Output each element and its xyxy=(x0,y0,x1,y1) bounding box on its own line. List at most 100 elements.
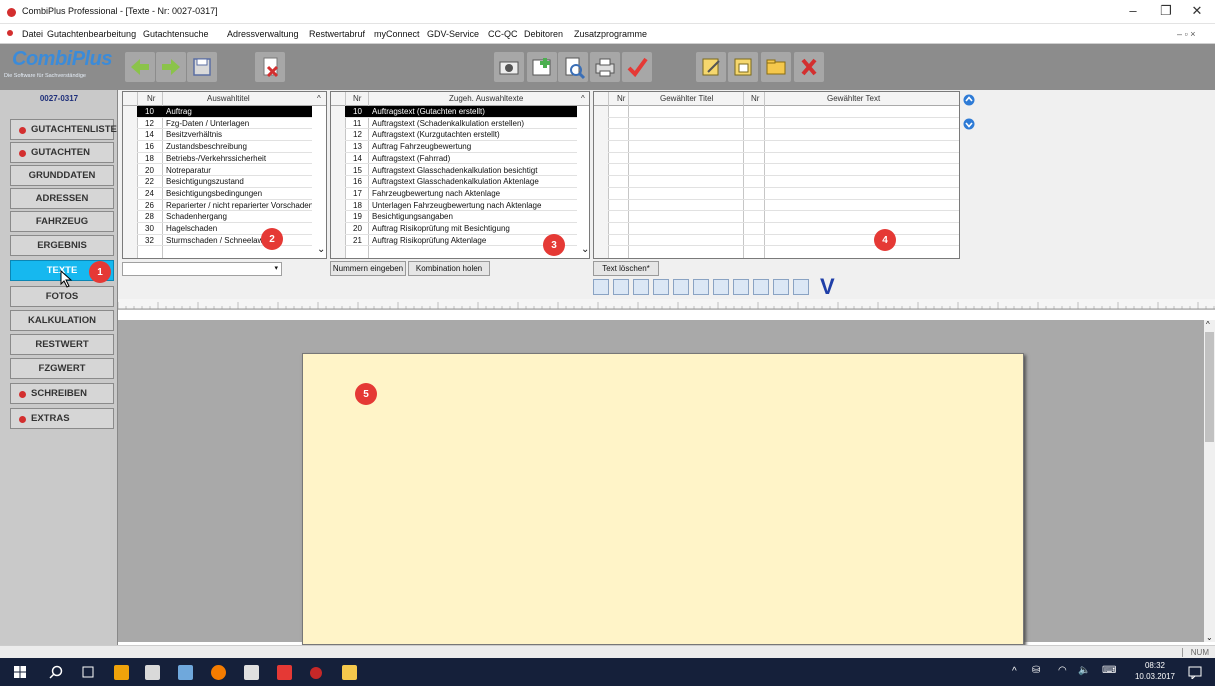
menu-myconnect[interactable]: myConnect xyxy=(374,29,420,39)
scroll-thumb[interactable] xyxy=(1205,332,1214,442)
table-row[interactable] xyxy=(608,129,959,142)
network-icon[interactable] xyxy=(178,665,193,680)
nav-restwert[interactable]: RESTWERT xyxy=(10,334,114,355)
camera-icon[interactable] xyxy=(494,52,524,82)
table-row[interactable] xyxy=(608,141,959,153)
table-row[interactable] xyxy=(608,200,959,212)
print-icon[interactable] xyxy=(590,52,620,82)
move-down-icon[interactable] xyxy=(963,118,975,130)
firefox-icon[interactable] xyxy=(211,665,226,680)
nummern-eingeben-button[interactable]: Nummern eingeben xyxy=(330,261,406,276)
menu-zusatzprogramme[interactable]: Zusatzprogramme xyxy=(574,29,647,39)
back-arrow-icon[interactable] xyxy=(125,52,155,82)
table-row[interactable]: 24 Besichtigungsbedingungen xyxy=(137,188,312,200)
nav-fahrzeug[interactable]: FAHRZEUG xyxy=(10,211,114,232)
nav-adressen[interactable]: ADRESSEN xyxy=(10,188,114,209)
document-scrollbar[interactable]: ^ ⌄ xyxy=(1204,320,1215,642)
volume-icon[interactable]: 🔈 xyxy=(1078,665,1090,676)
table-row[interactable] xyxy=(608,118,959,130)
copy-window-icon[interactable] xyxy=(728,52,758,82)
task-view-icon[interactable] xyxy=(81,666,95,678)
table-row[interactable]: 10 Auftragstext (Gutachten erstellt) xyxy=(345,106,577,118)
menu-datei[interactable]: Datei xyxy=(22,29,43,39)
table-row[interactable]: 30 Hagelschaden xyxy=(137,223,312,235)
minimize-icon[interactable]: – xyxy=(1118,3,1148,18)
table-row[interactable]: 11 Auftragstext (Schadenkalkulation erste… xyxy=(345,118,577,130)
preview-icon[interactable] xyxy=(558,52,588,82)
menu-restwertabruf[interactable]: Restwertabruf xyxy=(309,29,365,39)
italic-format-icon[interactable] xyxy=(613,279,629,295)
table-row[interactable] xyxy=(608,165,959,177)
tool-icon[interactable] xyxy=(633,279,649,295)
table-row[interactable] xyxy=(608,235,959,247)
combiplus-taskbar-icon[interactable] xyxy=(310,667,322,679)
move-up-icon[interactable] xyxy=(963,94,975,106)
delete-doc-icon[interactable] xyxy=(255,52,285,82)
edit-note-icon[interactable] xyxy=(696,52,726,82)
table-row[interactable]: 19 Besichtigungsangaben xyxy=(345,211,577,223)
scroll-up-icon[interactable]: ^ xyxy=(317,94,321,103)
table-row[interactable] xyxy=(608,188,959,200)
table-row[interactable] xyxy=(608,211,959,223)
selected-grid[interactable]: Nr Gewählter Titel Nr Gewählter Text xyxy=(593,91,960,259)
folder-icon[interactable] xyxy=(761,52,791,82)
notifications-icon[interactable] xyxy=(1188,665,1202,679)
table-row[interactable] xyxy=(608,106,959,118)
title-grid[interactable]: Nr Auswahltitel ^ 10 Auftrag 12 Fzg-Daten /… xyxy=(122,91,327,259)
tray-device-icon[interactable]: ⛁ xyxy=(1032,665,1040,676)
scroll-up-icon[interactable]: ^ xyxy=(1206,320,1210,329)
keyboard-icon[interactable]: ⌨ xyxy=(1102,665,1116,676)
table-row[interactable]: 13 Auftrag Fahrzeugbewertung xyxy=(345,141,577,153)
clock-date[interactable]: 10.03.2017 xyxy=(1130,672,1180,681)
menu-debitoren[interactable]: Debitoren xyxy=(524,29,563,39)
scroll-down-icon[interactable]: ⌄ xyxy=(581,244,589,255)
nav-gutachten[interactable]: GUTACHTEN xyxy=(10,142,114,163)
check-icon[interactable] xyxy=(622,52,652,82)
align-icon[interactable] xyxy=(733,279,749,295)
image-icon[interactable] xyxy=(713,279,729,295)
table-row[interactable]: 18 Unterlagen Fahrzeugbewertung nach Akte… xyxy=(345,200,577,212)
menu-cc-qc[interactable]: CC-QC xyxy=(488,29,518,39)
table-row[interactable]: 18 Betriebs-/Verkehrssicherheit xyxy=(137,153,312,165)
close-icon[interactable]: ✕ xyxy=(1182,3,1212,19)
file-explorer-doc-icon[interactable] xyxy=(145,665,160,680)
folder-taskbar-icon[interactable] xyxy=(342,665,357,680)
menu-gdv-service[interactable]: GDV-Service xyxy=(427,29,479,39)
table-row[interactable]: 17 Fahrzeugbewertung nach Aktenlage xyxy=(345,188,577,200)
save-icon[interactable] xyxy=(187,52,217,82)
table-row[interactable] xyxy=(608,176,959,188)
book-icon[interactable] xyxy=(653,279,669,295)
table-row[interactable] xyxy=(608,223,959,235)
table-row[interactable]: 14 Besitzverhältnis xyxy=(137,129,312,142)
nav-ergebnis[interactable]: ERGEBNIS xyxy=(10,235,114,256)
table-row[interactable]: 28 Schadenhergang xyxy=(137,211,312,223)
scroll-up-icon[interactable]: ^ xyxy=(581,94,585,103)
table-row[interactable]: 20 Notreparatur xyxy=(137,165,312,177)
table-row[interactable]: 20 Auftrag Risikoprüfung mit Besichtigung xyxy=(345,223,577,235)
close-red-icon[interactable] xyxy=(794,52,824,82)
mdi-controls[interactable]: ‒ ▫ × xyxy=(1177,29,1195,39)
table-row[interactable]: 32 Sturmschaden / Schneelawine xyxy=(137,235,312,247)
scroll-down-icon[interactable]: ⌄ xyxy=(317,244,325,255)
table-row[interactable]: 22 Besichtigungszustand xyxy=(137,176,312,188)
nav-fzgwert[interactable]: FZGWERT xyxy=(10,358,114,379)
table-row[interactable]: 12 Fzg-Daten / Unterlagen xyxy=(137,118,312,130)
table-row[interactable]: 12 Auftragstext (Kurzgutachten erstellt) xyxy=(345,129,577,142)
wifi-icon[interactable]: ◠ xyxy=(1058,665,1067,676)
table-row[interactable]: 15 Auftragstext Glasschadenkalkulation be… xyxy=(345,165,577,177)
tray-chevron-icon[interactable]: ^ xyxy=(1012,666,1017,677)
filter-dropdown[interactable]: ▾ xyxy=(122,262,282,276)
table-row[interactable]: 26 Reparierter / nicht reparierter Vorsch… xyxy=(137,200,312,212)
nav-kalkulation[interactable]: KALKULATION xyxy=(10,310,114,331)
table-row[interactable]: 16 Zustandsbeschreibung xyxy=(137,141,312,153)
nav-grunddaten[interactable]: GRUNDDATEN xyxy=(10,165,114,186)
menu-adressverwaltung[interactable]: Adressverwaltung xyxy=(227,29,299,39)
nav-extras[interactable]: EXTRAS xyxy=(10,408,114,429)
add-sheet-icon[interactable] xyxy=(527,52,557,82)
outlook-icon[interactable] xyxy=(114,665,129,680)
forward-arrow-icon[interactable] xyxy=(156,52,186,82)
scroll-down-icon[interactable]: ⌄ xyxy=(1206,633,1213,642)
notepad-icon[interactable] xyxy=(244,665,259,680)
table-row[interactable]: 16 Auftragstext Glasschadenkalkulation Ak… xyxy=(345,176,577,188)
menu-gutachtenbearbeitung[interactable]: Gutachtenbearbeitung xyxy=(47,29,136,39)
